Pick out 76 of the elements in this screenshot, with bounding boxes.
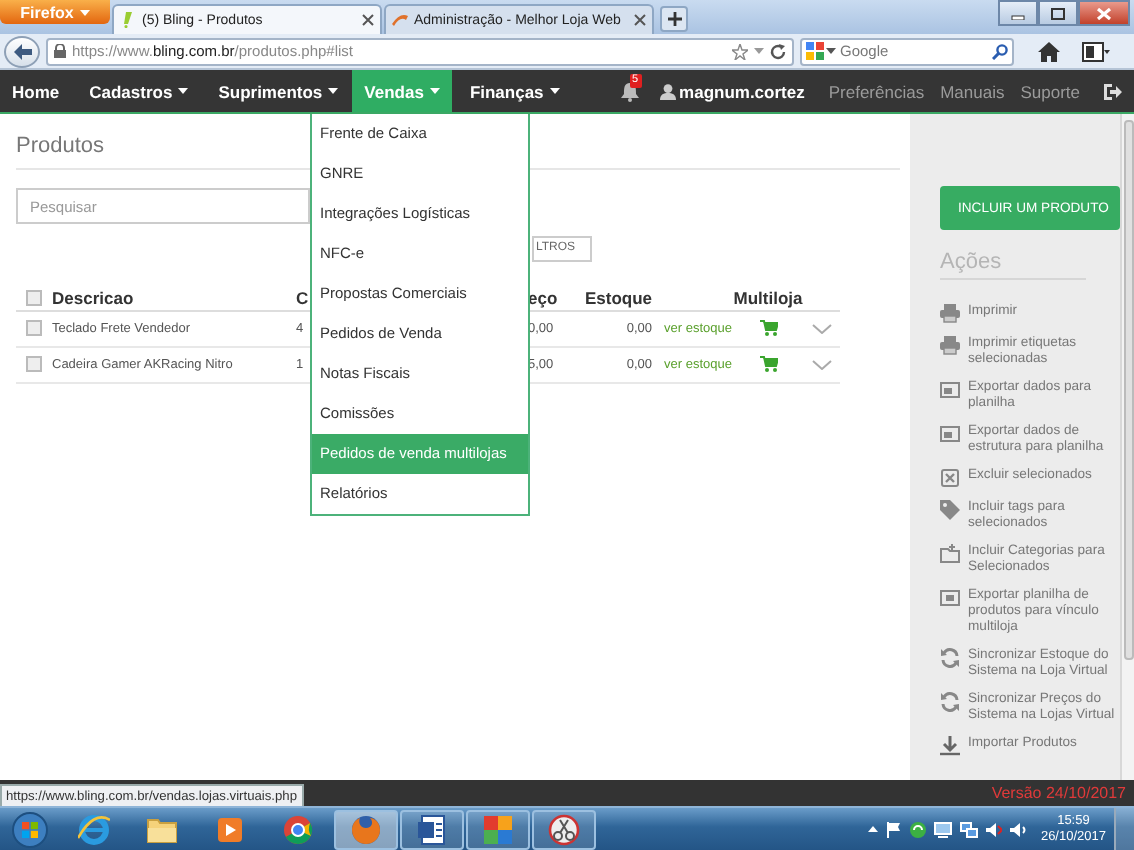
favicon-icon [120,12,136,28]
sync-icon [940,692,960,712]
back-button[interactable] [4,35,40,67]
scissors-icon [548,813,580,845]
sync-icon [940,648,960,668]
checkbox[interactable] [26,289,42,305]
lock-icon [54,44,66,58]
spreadsheet-icon [940,424,960,444]
taskbar-button[interactable] [532,809,596,849]
monitor-icon[interactable] [934,821,953,837]
taskbar-button[interactable] [334,809,398,849]
nav-menu-item[interactable]: Suprimentos [206,70,351,112]
scrollbar-thumb[interactable] [1123,120,1133,660]
column-header: Multiloja [733,287,803,307]
column-header: Estoque [584,287,652,307]
delete-icon [940,468,960,488]
folder-icon [940,544,960,564]
column-header: Descricao [52,287,134,307]
close-icon [1096,7,1112,19]
firefox-icon [350,813,382,845]
firefox-menu-button[interactable]: Firefox [0,0,110,24]
version-label: Versão 24/10/2017 [991,782,1128,806]
folder-icon [146,813,178,845]
caret-up-icon[interactable] [868,826,879,832]
user-name[interactable]: magnum.cortez [679,81,805,101]
export-icon [940,588,960,608]
close-icon[interactable] [634,14,646,26]
play-icon [214,813,246,845]
spreadsheet-icon [940,380,960,400]
close-button[interactable] [1078,0,1130,26]
nav-menu-item[interactable]: Cadastros [77,70,201,112]
nav-link[interactable]: Manuais [940,70,1005,112]
tiles-icon [482,813,514,845]
flag-icon[interactable] [886,821,903,837]
caret-icon [79,9,90,15]
download-icon [940,736,960,756]
reload-icon[interactable] [770,43,786,59]
new-tab-button[interactable] [660,6,688,32]
sync-icon[interactable] [910,821,927,837]
volume-icon[interactable] [1010,821,1029,837]
maximize-button[interactable] [1038,0,1078,26]
plus-icon [667,12,681,26]
taskbar-button[interactable] [400,809,464,849]
nav-menu-item[interactable]: Finanças [457,70,572,112]
column-header: C [296,287,309,307]
star-icon[interactable] [732,43,748,59]
nav-link[interactable]: Preferências [828,70,925,112]
home-icon [1038,41,1060,61]
document-icon [416,813,448,845]
home-button[interactable] [1038,41,1060,61]
bookmarks-icon [1082,41,1110,61]
chrome-icon [282,813,314,845]
caret-icon[interactable] [826,48,836,54]
nav-menu-item[interactable]: Home [0,70,72,112]
checkbox[interactable] [26,320,42,336]
close-icon[interactable] [362,14,374,26]
search-icon[interactable] [992,43,1008,59]
speaker-icon[interactable] [986,821,1003,837]
nav-menu-item[interactable]: Vendas [352,70,452,112]
user-icon [659,83,676,99]
logout-icon[interactable] [1104,83,1122,99]
printer-icon [940,304,960,324]
favicon-icon [392,12,408,28]
globe-icon [78,813,110,845]
printer-icon [940,336,960,356]
start-button[interactable] [8,809,52,849]
tag-icon [940,500,960,520]
column-header: eço [528,287,558,307]
google-icon [806,42,824,60]
windows-orb-icon [12,811,48,847]
back-arrow-icon [13,43,31,59]
nav-link[interactable]: Suporte [1020,70,1080,112]
checkbox[interactable] [26,356,42,372]
bookmarks-button[interactable] [1082,41,1110,61]
maximize-icon [1050,7,1066,19]
network-icon[interactable] [960,821,979,837]
